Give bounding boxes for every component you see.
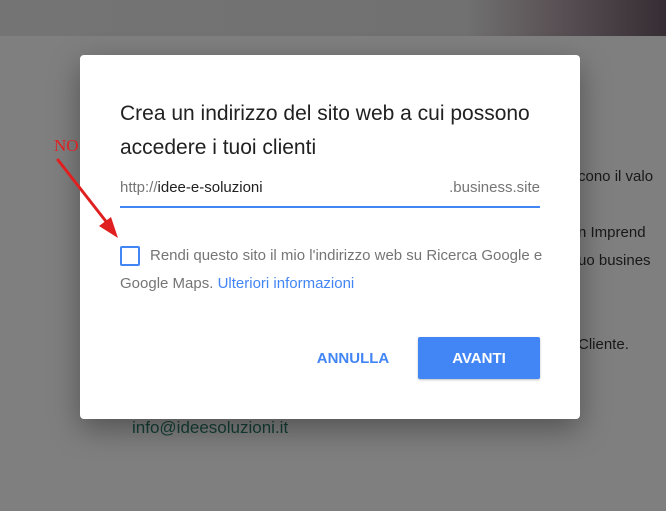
checkbox-description: Rendi questo sito il mio l'indirizzo web… bbox=[120, 242, 560, 298]
learn-more-link[interactable]: Ulteriori informazioni bbox=[218, 275, 355, 292]
website-url-field[interactable]: http://idee-e-soluzioni .business.site bbox=[120, 175, 540, 208]
use-as-search-address-checkbox[interactable] bbox=[120, 246, 140, 266]
next-button[interactable]: AVANTI bbox=[418, 337, 540, 379]
url-prefix: http:// bbox=[120, 179, 158, 196]
create-url-dialog: Crea un indirizzo del sito web a cui pos… bbox=[80, 55, 580, 419]
url-suffix: .business.site bbox=[449, 179, 540, 196]
url-prefix-group: http://idee-e-soluzioni bbox=[120, 179, 263, 196]
dialog-title: Crea un indirizzo del sito web a cui pos… bbox=[120, 102, 530, 159]
cancel-button[interactable]: ANNULLA bbox=[308, 337, 398, 379]
url-input-value[interactable]: idee-e-soluzioni bbox=[158, 179, 263, 196]
annotation-no-label: NO bbox=[54, 136, 79, 155]
